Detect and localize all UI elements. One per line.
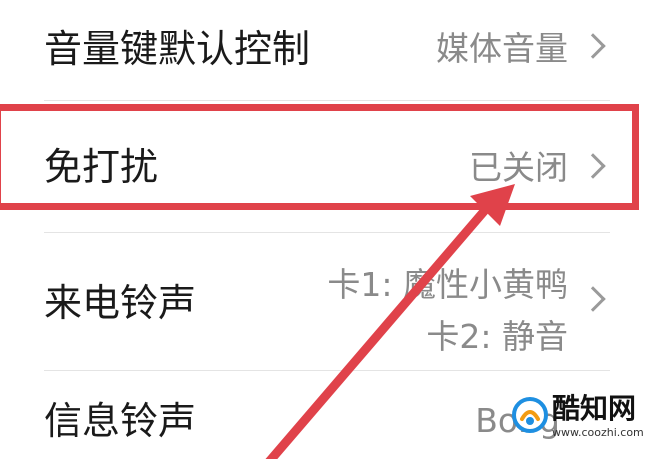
chevron-right-icon <box>580 33 606 59</box>
setting-value-ringtone-sim1: 卡1: 魔性小黄鸭 <box>327 265 568 304</box>
chevron-right-icon <box>580 286 606 312</box>
watermark: 酷知网 www.coozhi.com <box>512 392 644 445</box>
setting-value-ringtone-sim2: 卡2: 静音 <box>426 317 568 356</box>
watermark-url: www.coozhi.com <box>552 426 644 439</box>
setting-label-volume-key-default: 音量键默认控制 <box>44 27 311 71</box>
highlight-box <box>0 104 639 210</box>
setting-label-message-tone: 信息铃声 <box>44 399 197 443</box>
divider <box>44 370 610 371</box>
setting-value-volume-key-default: 媒体音量 <box>436 29 568 68</box>
divider <box>44 100 610 101</box>
watermark-name: 酷知网 <box>552 392 637 425</box>
setting-row-volume-key-default[interactable]: 音量键默认控制 媒体音量 <box>0 0 650 100</box>
setting-row-ringtone[interactable]: 来电铃声 卡1: 魔性小黄鸭 卡2: 静音 <box>0 218 650 368</box>
coozhi-logo-icon <box>512 397 548 433</box>
setting-label-ringtone: 来电铃声 <box>44 281 197 325</box>
